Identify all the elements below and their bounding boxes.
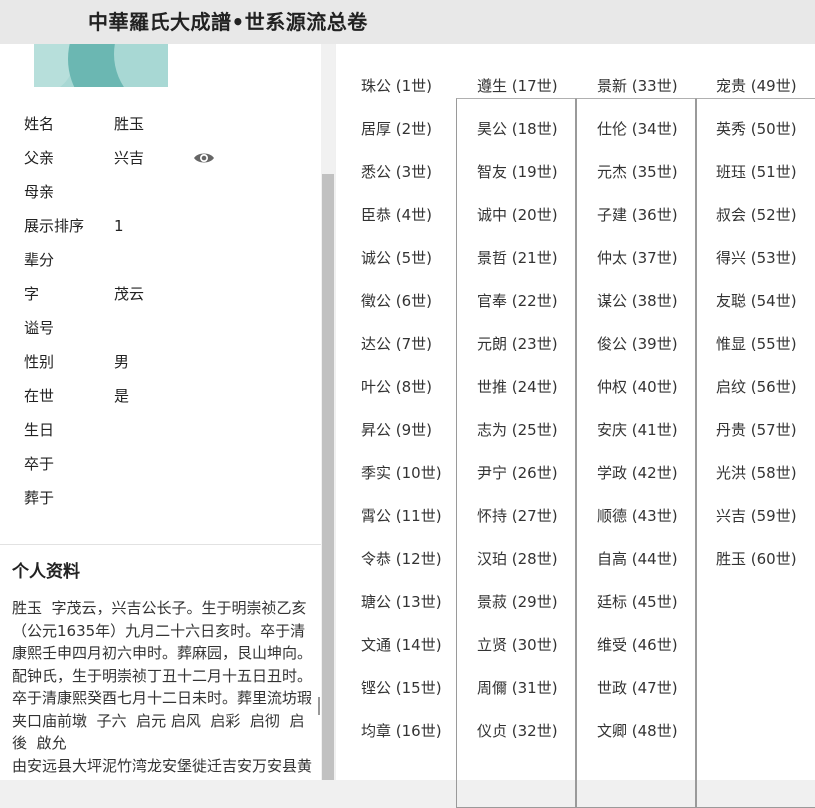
lineage-item[interactable]: 臣恭 (4世) xyxy=(361,205,432,225)
lineage-item[interactable]: 启纹 (56世) xyxy=(716,377,797,397)
lineage-item[interactable]: 智友 (19世) xyxy=(477,162,558,182)
lineage-item[interactable]: 诚公 (5世) xyxy=(361,248,432,268)
lineage-item[interactable]: 季实 (10世) xyxy=(361,463,442,483)
lineage-item[interactable]: 文卿 (48世) xyxy=(597,721,678,741)
info-label: 母亲 xyxy=(24,183,55,201)
lineage-item[interactable]: 顺德 (43世) xyxy=(597,506,678,526)
info-label: 展示排序 xyxy=(24,217,85,235)
lineage-item[interactable]: 惟显 (55世) xyxy=(716,334,797,354)
lineage-item[interactable]: 均章 (16世) xyxy=(361,721,442,741)
lineage-item[interactable]: 仲权 (40世) xyxy=(597,377,678,397)
lineage-item[interactable]: 胜玉 (60世) xyxy=(716,549,797,569)
lineage-item[interactable]: 俊公 (39世) xyxy=(597,334,678,354)
lineage-item[interactable]: 仕伦 (34世) xyxy=(597,119,678,139)
lineage-item[interactable]: 兴吉 (59世) xyxy=(716,506,797,526)
lineage-item[interactable]: 汉珀 (28世) xyxy=(477,549,558,569)
lineage-item[interactable]: 仲太 (37世) xyxy=(597,248,678,268)
lineage-item[interactable]: 仪贞 (32世) xyxy=(477,721,558,741)
lineage-item[interactable]: 珠公 (1世) xyxy=(361,76,432,96)
app-header: 中華羅氏大成譜•世系源流总卷 xyxy=(0,0,815,44)
lineage-item[interactable]: 令恭 (12世) xyxy=(361,549,442,569)
lineage-item[interactable]: 谋公 (38世) xyxy=(597,291,678,311)
avatar xyxy=(34,44,168,87)
section-divider xyxy=(0,544,321,545)
lineage-item[interactable]: 世推 (24世) xyxy=(477,377,558,397)
lineage-item[interactable]: 安庆 (41世) xyxy=(597,420,678,440)
lineage-item[interactable]: 叔会 (52世) xyxy=(716,205,797,225)
lineage-item[interactable]: 世政 (47世) xyxy=(597,678,678,698)
scrollbar-thumb[interactable] xyxy=(322,174,334,780)
profile-bio-text: 胜玉 字茂云，兴吉公长子。生于明崇祯乙亥（公元1635年）九月二十六日亥时。卒于… xyxy=(12,599,313,780)
info-label: 谥号 xyxy=(24,319,55,337)
lineage-item[interactable]: 学政 (42世) xyxy=(597,463,678,483)
info-value: 茂云 xyxy=(114,285,145,303)
lineage-item[interactable]: 文通 (14世) xyxy=(361,635,442,655)
lineage-item[interactable]: 得兴 (53世) xyxy=(716,248,797,268)
lineage-item[interactable]: 立贤 (30世) xyxy=(477,635,558,655)
lineage-panel: 珠公 (1世) 居厚 (2世) 悉公 (3世) 臣恭 (4世) 诚公 (5世) 徵公 (6… xyxy=(336,44,815,808)
lineage-item[interactable]: 尹宁 (26世) xyxy=(477,463,558,483)
lineage-item[interactable]: 景新 (33世) xyxy=(597,76,678,96)
text-cursor xyxy=(318,697,320,715)
info-label: 性别 xyxy=(24,353,55,371)
info-value: 胜玉 xyxy=(114,115,145,133)
info-label: 姓名 xyxy=(24,115,55,133)
lineage-item[interactable]: 居厚 (2世) xyxy=(361,119,432,139)
lineage-item[interactable]: 光洪 (58世) xyxy=(716,463,797,483)
lineage-item[interactable]: 宠贵 (49世) xyxy=(716,76,797,96)
lineage-item[interactable]: 达公 (7世) xyxy=(361,334,432,354)
lineage-item[interactable]: 景哲 (21世) xyxy=(477,248,558,268)
info-label: 卒于 xyxy=(24,455,55,473)
lineage-item[interactable]: 友聪 (54世) xyxy=(716,291,797,311)
info-value: 1 xyxy=(114,217,124,235)
page-title: 中華羅氏大成譜•世系源流总卷 xyxy=(88,10,368,34)
profile-section-title: 个人资料 xyxy=(12,562,80,582)
lineage-item[interactable]: 昊公 (18世) xyxy=(477,119,558,139)
lineage-item[interactable]: 铿公 (15世) xyxy=(361,678,442,698)
info-value: 是 xyxy=(114,387,130,405)
lineage-item[interactable]: 怀持 (27世) xyxy=(477,506,558,526)
lineage-item[interactable]: 志为 (25世) xyxy=(477,420,558,440)
lineage-item[interactable]: 景菽 (29世) xyxy=(477,592,558,612)
lineage-item[interactable]: 霄公 (11世) xyxy=(361,506,442,526)
lineage-item[interactable]: 遵生 (17世) xyxy=(477,76,558,96)
lineage-item[interactable]: 昇公 (9世) xyxy=(361,420,432,440)
info-label: 葬于 xyxy=(24,489,55,507)
lineage-item[interactable]: 官奉 (22世) xyxy=(477,291,558,311)
lineage-item[interactable]: 元朗 (23世) xyxy=(477,334,558,354)
lineage-item[interactable]: 子建 (36世) xyxy=(597,205,678,225)
profile-bio: 胜玉 字茂云，兴吉公长子。生于明崇祯乙亥（公元1635年）九月二十六日亥时。卒于… xyxy=(12,597,312,780)
lineage-item[interactable]: 廷标 (45世) xyxy=(597,592,678,612)
lineage-item[interactable]: 自高 (44世) xyxy=(597,549,678,569)
info-value: 兴吉 xyxy=(114,149,145,167)
lineage-item[interactable]: 徵公 (6世) xyxy=(361,291,432,311)
eye-icon[interactable] xyxy=(193,150,215,166)
lineage-item[interactable]: 英秀 (50世) xyxy=(716,119,797,139)
info-label: 字 xyxy=(24,285,40,303)
lineage-item[interactable]: 瑭公 (13世) xyxy=(361,592,442,612)
lineage-item[interactable]: 悉公 (3世) xyxy=(361,162,432,182)
info-label: 生日 xyxy=(24,421,55,439)
info-value: 男 xyxy=(114,353,130,371)
lineage-item[interactable]: 周儞 (31世) xyxy=(477,678,558,698)
lineage-item[interactable]: 叶公 (8世) xyxy=(361,377,432,397)
info-label: 辈分 xyxy=(24,251,55,269)
lineage-item[interactable]: 维受 (46世) xyxy=(597,635,678,655)
lineage-item[interactable]: 班珏 (51世) xyxy=(716,162,797,182)
info-label: 在世 xyxy=(24,387,55,405)
lineage-item[interactable]: 丹贵 (57世) xyxy=(716,420,797,440)
person-panel: 姓名 胜玉 父亲 兴吉 母亲 展示排序 1 辈分字茂云 谥号 性别男在世是生日 卒于 葬于 个人资料 … xyxy=(0,44,321,780)
lineage-item[interactable]: 元杰 (35世) xyxy=(597,162,678,182)
info-label: 父亲 xyxy=(24,149,55,167)
lineage-item[interactable]: 诚中 (20世) xyxy=(477,205,558,225)
